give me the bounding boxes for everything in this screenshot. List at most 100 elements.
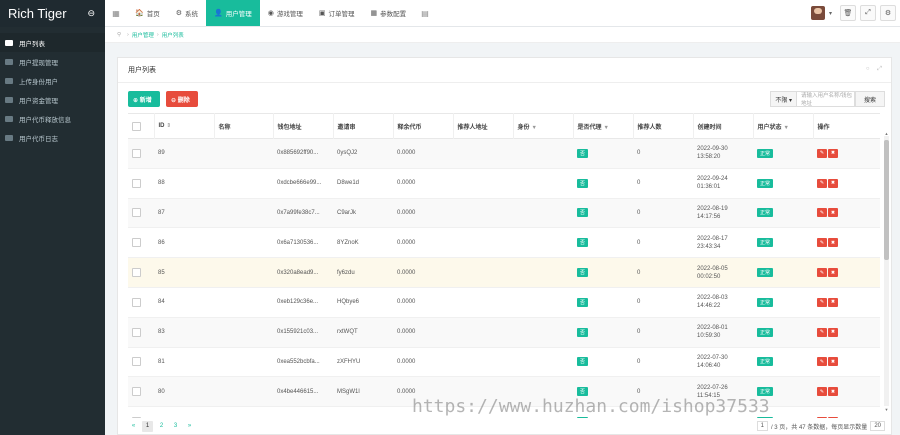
row-checkbox[interactable] xyxy=(128,168,154,198)
edit-icon[interactable]: ✎ xyxy=(817,357,827,367)
sidebar-item[interactable]: 用户代币释放信息 xyxy=(0,109,105,128)
settings-icon[interactable]: ⚙ xyxy=(880,5,896,21)
table-row[interactable]: 83 0x155921c03... rxtWQT 0.0000 否 0 2022-08-01… xyxy=(128,317,880,348)
delete-icon[interactable]: ✖ xyxy=(828,297,838,307)
breadcrumb-item-user-list[interactable]: 用户列表 xyxy=(162,31,184,39)
row-checkbox[interactable] xyxy=(128,139,154,169)
row-checkbox[interactable] xyxy=(128,407,154,418)
trash-icon[interactable]: 🗑 xyxy=(840,5,856,21)
cell-status[interactable]: 正常 xyxy=(753,139,813,169)
table-row[interactable]: 89 0x885692ff90... 0ysQJ2 0.0000 否 0 2022-09-3… xyxy=(128,138,880,169)
delete-icon[interactable]: ✖ xyxy=(828,327,838,337)
sidebar-item[interactable]: 用户提现管理 xyxy=(0,52,105,71)
chevron-down-icon[interactable]: ▾ xyxy=(829,10,832,17)
top-tab[interactable]: ⚙ 系统 xyxy=(168,0,206,26)
table-row[interactable]: 85 0x320a8ead9... fy6zdu 0.0000 否 0 2022-08-05… xyxy=(128,257,880,288)
row-checkbox[interactable] xyxy=(128,317,154,347)
filter-dropdown[interactable]: 不限 ▾ xyxy=(770,91,797,107)
cell-status[interactable]: 正常 xyxy=(753,228,813,258)
home-icon[interactable]: ⚲ xyxy=(117,32,121,38)
prev-page-link[interactable]: « xyxy=(128,421,139,432)
filter-icon[interactable]: ▼ xyxy=(532,125,537,131)
page-link-1[interactable]: 1 xyxy=(142,420,153,432)
row-checkbox[interactable] xyxy=(128,377,154,407)
col-identity[interactable]: 身份 ▼ xyxy=(512,113,573,139)
cell-status[interactable]: 正常 xyxy=(753,287,813,317)
cell-agent[interactable]: 否 xyxy=(573,168,633,198)
more-tabs-icon[interactable]: ▤ xyxy=(414,0,436,26)
add-button[interactable]: ⊕ 新增 xyxy=(128,91,160,107)
edit-icon[interactable]: ✎ xyxy=(817,238,827,248)
cell-agent[interactable]: 否 xyxy=(573,347,633,377)
edit-icon[interactable]: ✎ xyxy=(817,417,827,418)
cell-status[interactable]: 正常 xyxy=(753,168,813,198)
top-tab[interactable]: ▦ 参数配置 xyxy=(362,0,414,26)
delete-icon[interactable]: ✖ xyxy=(828,268,838,278)
row-checkbox[interactable] xyxy=(128,198,154,228)
page-link-3[interactable]: 3 xyxy=(170,421,181,432)
page-number-input[interactable]: 1 xyxy=(756,421,768,431)
filter-icon[interactable]: ▼ xyxy=(604,125,609,131)
cell-agent[interactable]: 否 xyxy=(573,139,633,169)
delete-icon[interactable]: ✖ xyxy=(828,238,838,248)
sidebar-item[interactable]: 用户列表 xyxy=(0,33,105,52)
delete-icon[interactable]: ✖ xyxy=(828,178,838,188)
row-checkbox[interactable] xyxy=(128,347,154,377)
delete-icon[interactable]: ✖ xyxy=(828,417,838,418)
col-agent[interactable]: 是否代理 ▼ xyxy=(572,113,633,139)
table-row[interactable]: 81 0xea552bcbfa... zXFHYU 0.0000 否 0 2022-07-3… xyxy=(128,347,880,377)
top-tab[interactable]: 🏠 首页 xyxy=(127,0,168,26)
table-row[interactable]: 88 0xdcbe666e99... D8we1d 0.0000 否 0 2022-09-2… xyxy=(128,168,880,199)
edit-icon[interactable]: ✎ xyxy=(817,208,827,218)
col-status[interactable]: 用户状态 ▼ xyxy=(752,113,813,139)
per-page-select[interactable]: 20 xyxy=(870,421,885,431)
table-row[interactable]: 87 0x7a99fe38c7... C9arJk 0.0000 否 0 2022-08-1… xyxy=(128,198,880,228)
scroll-up-icon[interactable]: ▲ xyxy=(884,131,889,136)
avatar[interactable] xyxy=(810,6,825,20)
cell-status[interactable]: 正常 xyxy=(753,317,813,347)
row-checkbox[interactable] xyxy=(128,228,154,258)
top-tab[interactable]: ▣ 订单管理 xyxy=(311,0,363,26)
page-link-2[interactable]: 2 xyxy=(156,421,167,432)
cell-agent[interactable]: 否 xyxy=(573,228,633,258)
vertical-scrollbar[interactable]: ▲ ▼ xyxy=(884,131,889,412)
delete-icon[interactable]: ✖ xyxy=(828,148,838,158)
table-row[interactable]: 86 0x6a7130536... 8YZnoK 0.0000 否 0 2022-08-17… xyxy=(128,228,880,258)
sidebar-item[interactable]: 用户代币日志 xyxy=(0,128,105,147)
sort-icon[interactable]: ⇕ xyxy=(167,123,172,129)
scroll-down-icon[interactable]: ▼ xyxy=(884,407,889,412)
cell-agent[interactable]: 否 xyxy=(573,258,633,288)
sidebar-item[interactable]: 上传身份用户 xyxy=(0,71,105,90)
row-checkbox[interactable] xyxy=(128,258,154,288)
app-logo[interactable]: Rich Tiger ⊖ xyxy=(0,0,105,27)
expand-icon[interactable]: ⤢ xyxy=(860,5,876,21)
menu-grid-icon[interactable]: ▦ xyxy=(105,0,127,26)
edit-icon[interactable]: ✎ xyxy=(817,327,827,337)
row-checkbox[interactable] xyxy=(128,287,154,317)
delete-button[interactable]: ⊖ 删除 xyxy=(166,91,198,107)
next-page-link[interactable]: » xyxy=(184,421,195,432)
edit-icon[interactable]: ✎ xyxy=(817,268,827,278)
cell-agent[interactable]: 否 xyxy=(573,287,633,317)
cell-agent[interactable]: 否 xyxy=(573,317,633,347)
search-input[interactable]: 请输入用户名称/钱包地址 xyxy=(797,91,855,107)
filter-icon[interactable]: ▼ xyxy=(784,125,789,131)
cell-status[interactable]: 正常 xyxy=(753,347,813,377)
cell-status[interactable]: 正常 xyxy=(753,198,813,228)
edit-icon[interactable]: ✎ xyxy=(817,178,827,188)
edit-icon[interactable]: ✎ xyxy=(817,297,827,307)
sidebar-item[interactable]: 用户资金管理 xyxy=(0,90,105,109)
edit-icon[interactable]: ✎ xyxy=(817,148,827,158)
top-tab[interactable]: 👤 用户管理 xyxy=(206,0,260,26)
col-id[interactable]: ID ⇕ xyxy=(153,113,214,139)
delete-icon[interactable]: ✖ xyxy=(828,208,838,218)
search-button[interactable]: 搜索 xyxy=(855,91,885,107)
panel-controls-icon[interactable]: ○ ⤢ xyxy=(866,66,885,73)
cell-status[interactable]: 正常 xyxy=(753,258,813,288)
cell-agent[interactable]: 否 xyxy=(573,198,633,228)
select-all-checkbox[interactable] xyxy=(128,114,154,139)
delete-icon[interactable]: ✖ xyxy=(828,357,838,367)
sidebar-toggle-icon[interactable]: ⊖ xyxy=(87,8,95,19)
top-tab[interactable]: ◉ 游戏管理 xyxy=(260,0,311,26)
edit-icon[interactable]: ✎ xyxy=(817,387,827,397)
